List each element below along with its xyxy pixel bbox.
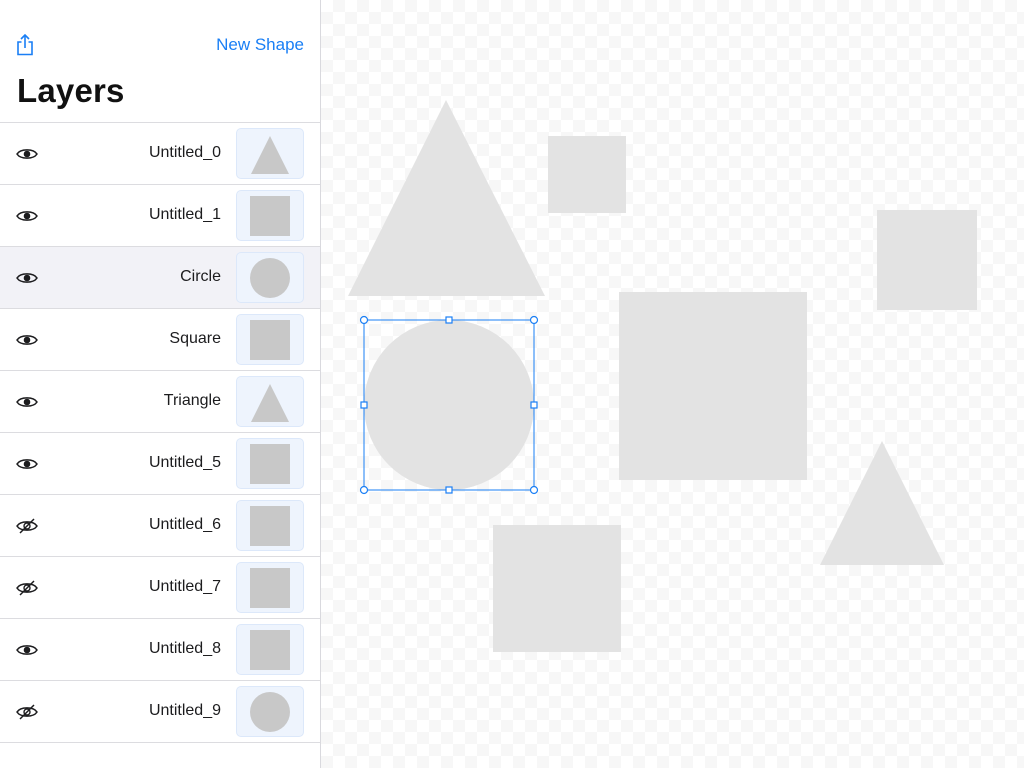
layer-name: Untitled_0 xyxy=(148,144,221,161)
resize-handle-left[interactable] xyxy=(360,401,368,409)
canvas-shape-triangle-right[interactable] xyxy=(820,441,944,565)
canvas-shapes xyxy=(348,100,977,652)
canvas-shape-square-bottom[interactable] xyxy=(493,525,621,652)
share-button[interactable] xyxy=(14,33,36,57)
drawing-canvas[interactable] xyxy=(321,0,1024,768)
layer-row[interactable]: Circle xyxy=(0,246,320,308)
eye-icon[interactable] xyxy=(14,452,40,476)
eye-icon[interactable] xyxy=(14,204,40,228)
layer-name: Untitled_9 xyxy=(148,702,221,719)
layer-thumbnail-square xyxy=(236,624,304,675)
layer-thumbnail-circle xyxy=(236,252,304,303)
new-shape-button[interactable]: New Shape xyxy=(216,35,304,55)
layer-name: Circle xyxy=(180,268,221,285)
sidebar-toolbar: New Shape xyxy=(0,0,320,70)
resize-handle-bottom-right[interactable] xyxy=(529,485,539,495)
resize-handle-top-right[interactable] xyxy=(529,315,539,325)
layer-list: Untitled_0 Untitled_1 Circle Square Triangle… xyxy=(0,122,320,743)
layer-thumbnail-square xyxy=(236,500,304,551)
eye-icon[interactable] xyxy=(14,266,40,290)
resize-handle-bottom-left[interactable] xyxy=(359,485,369,495)
resize-handle-top-left[interactable] xyxy=(359,315,369,325)
layer-name: Untitled_1 xyxy=(148,206,221,223)
layer-row[interactable]: Untitled_6 xyxy=(0,494,320,556)
canvas-shape-square-right[interactable] xyxy=(877,210,977,310)
layer-row[interactable]: Untitled_7 xyxy=(0,556,320,618)
layer-row[interactable]: Untitled_9 xyxy=(0,680,320,743)
layer-thumbnail-triangle xyxy=(236,376,304,427)
layer-row[interactable]: Untitled_0 xyxy=(0,122,320,184)
layer-name: Untitled_8 xyxy=(148,640,221,657)
layer-thumbnail-square xyxy=(236,438,304,489)
eye-icon[interactable] xyxy=(14,142,40,166)
layer-name: Square xyxy=(169,330,221,347)
layer-name: Untitled_5 xyxy=(148,454,221,471)
canvas-shape-circle[interactable] xyxy=(364,320,534,490)
eye-icon[interactable] xyxy=(14,638,40,662)
eye-icon[interactable] xyxy=(14,390,40,414)
resize-handle-top[interactable] xyxy=(445,316,453,324)
share-icon xyxy=(17,34,33,56)
layer-thumbnail-square xyxy=(236,314,304,365)
canvas-shape-triangle-large[interactable] xyxy=(348,100,545,296)
canvas-shape-square-large[interactable] xyxy=(619,292,807,480)
eye-slash-icon[interactable] xyxy=(14,576,40,600)
layer-row[interactable]: Untitled_8 xyxy=(0,618,320,680)
layer-thumbnail-square xyxy=(236,190,304,241)
layer-row[interactable]: Triangle xyxy=(0,370,320,432)
layer-row[interactable]: Untitled_5 xyxy=(0,432,320,494)
layer-row[interactable]: Untitled_1 xyxy=(0,184,320,246)
resize-handle-right[interactable] xyxy=(530,401,538,409)
layer-thumbnail-circle xyxy=(236,686,304,737)
layer-row[interactable]: Square xyxy=(0,308,320,370)
eye-slash-icon[interactable] xyxy=(14,514,40,538)
layer-name: Untitled_6 xyxy=(148,516,221,533)
resize-handle-bottom[interactable] xyxy=(445,486,453,494)
layer-name: Untitled_7 xyxy=(148,578,221,595)
layer-thumbnail-triangle xyxy=(236,128,304,179)
eye-icon[interactable] xyxy=(14,328,40,352)
page-title: Layers xyxy=(17,72,125,109)
eye-slash-icon[interactable] xyxy=(14,700,40,724)
canvas-shape-square-small[interactable] xyxy=(548,136,626,213)
layer-name: Triangle xyxy=(163,392,221,409)
layer-thumbnail-square xyxy=(236,562,304,613)
layers-sidebar: New Shape Layers Untitled_0 Untitled_1 Cir… xyxy=(0,0,321,768)
